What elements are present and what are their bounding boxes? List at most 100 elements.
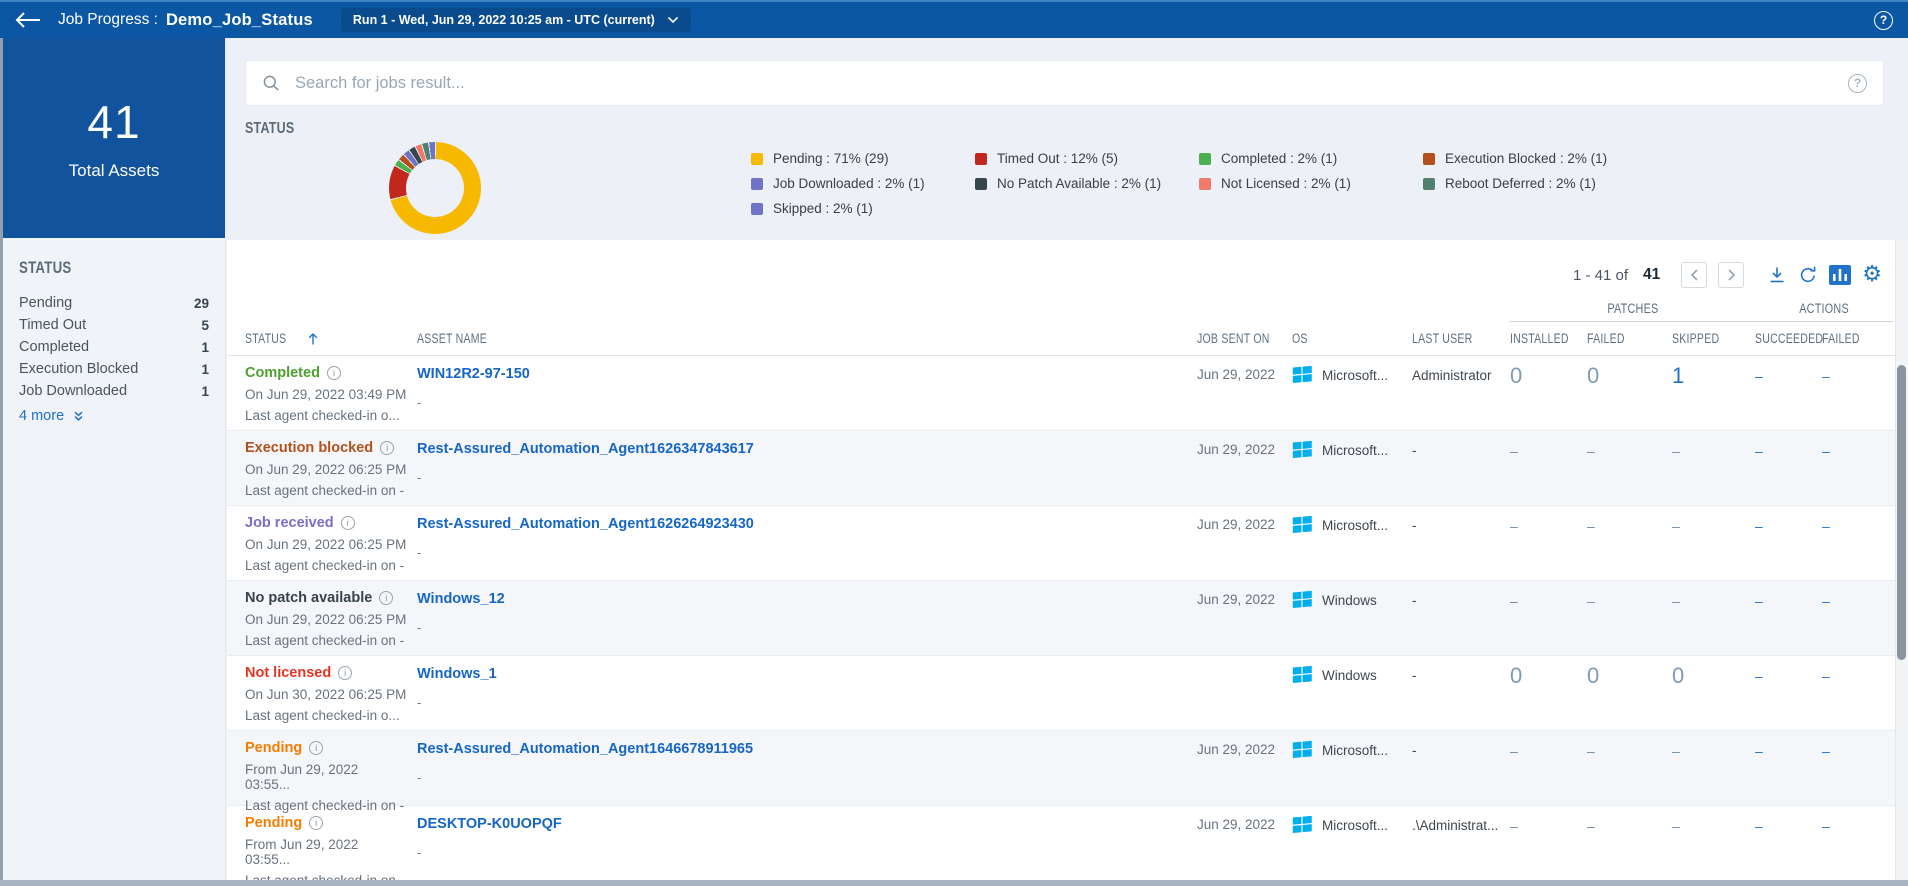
os-icon-wrap	[1292, 440, 1312, 505]
actions-failed-cell: –	[1822, 356, 1894, 430]
actions-succeeded-cell: –	[1755, 431, 1822, 505]
info-icon[interactable]: i	[380, 441, 395, 455]
legend-label: Execution Blocked : 2% (1)	[1445, 151, 1608, 166]
patches-skipped[interactable]: 1	[1672, 356, 1684, 388]
actions-failed-cell: –	[1822, 731, 1894, 813]
sidebar-item-pending[interactable]: Pending 29	[19, 292, 209, 314]
patches-installed-cell: 0	[1510, 356, 1587, 430]
status-facet: STATUS Pending 29 Timed Out 5 Completed 1 Exec…	[3, 238, 225, 424]
next-page-button[interactable]	[1718, 262, 1745, 288]
job-sent-on: Jun 29, 2022	[1197, 442, 1276, 457]
search-help-icon[interactable]: ?	[1848, 73, 1867, 93]
actions-failed: –	[1822, 668, 1830, 684]
windows-logo-icon	[1292, 665, 1312, 684]
status-checkin: Last agent checked-in o...	[245, 708, 400, 723]
column-header-status[interactable]: STATUS	[227, 331, 417, 346]
status-cell: Not licensed i On Jun 30, 2022 06:25 PM Las…	[227, 656, 417, 730]
refresh-button[interactable]	[1798, 265, 1818, 285]
legend-label: Timed Out : 12% (5)	[997, 151, 1119, 166]
facet-title: STATUS	[19, 258, 72, 277]
run-selector[interactable]: Run 1 - Wed, Jun 29, 2022 10:25 am - UTC…	[340, 8, 691, 32]
sidebar-item-timed-out[interactable]: Timed Out 5	[19, 314, 209, 336]
sort-up-arrow-icon	[308, 332, 318, 344]
column-header-last-user: LAST USER	[1412, 331, 1473, 346]
patches-installed-cell: –	[1510, 581, 1587, 655]
status-checkin: Last agent checked-in on -	[245, 483, 405, 498]
asset-link[interactable]: Rest-Assured_Automation_Agent16263478436…	[417, 441, 754, 457]
asset-sub: -	[417, 620, 422, 635]
column-header-succeeded: SUCCEEDED	[1755, 331, 1824, 346]
patches-skipped-cell: –	[1672, 806, 1755, 886]
prev-page-button[interactable]	[1681, 262, 1708, 288]
actions-succeeded: –	[1755, 443, 1763, 459]
asset-link[interactable]: DESKTOP-K0UOPQF	[417, 816, 562, 832]
facet-item-count: 5	[201, 317, 209, 333]
page-title: Demo_Job_Status	[165, 10, 313, 29]
asset-link[interactable]: Rest-Assured_Automation_Agent16262649234…	[417, 516, 754, 532]
patches-failed: 0	[1587, 363, 1600, 388]
status-date: On Jun 29, 2022 06:25 PM	[245, 612, 407, 627]
vertical-scrollbar[interactable]	[1895, 240, 1908, 886]
patches-skipped-cell: –	[1672, 581, 1755, 655]
status-cell: PendingiFrom Jun 29, 2022 03:55...Last a…	[227, 806, 417, 886]
patches-installed: –	[1510, 818, 1518, 834]
search-input[interactable]	[295, 73, 1834, 93]
last-user: -	[1412, 668, 1417, 683]
windows-logo-icon	[1292, 590, 1312, 609]
patches-skipped-cell: –	[1672, 731, 1755, 813]
status-cell: Job received i On Jun 29, 2022 06:25 PM Las…	[227, 506, 417, 580]
status-date: On Jun 30, 2022 06:25 PM	[245, 687, 407, 702]
legend-swatch	[1423, 152, 1435, 165]
actions-succeeded-cell: –	[1755, 356, 1822, 430]
settings-button[interactable]: ⚙	[1862, 264, 1882, 286]
asset-link[interactable]: WIN12R2-97-150	[417, 366, 530, 382]
patches-installed-cell: –	[1510, 806, 1587, 886]
download-button[interactable]	[1767, 265, 1787, 285]
job-sent-on: Jun 29, 2022	[1197, 742, 1276, 757]
back-button[interactable]	[14, 11, 42, 29]
sidebar-item-completed[interactable]: Completed 1	[19, 336, 209, 358]
patches-skipped-cell: 1	[1672, 356, 1755, 430]
asset-link[interactable]: Windows_1	[417, 666, 497, 682]
legend-label: Not Licensed : 2% (1)	[1221, 176, 1351, 191]
column-header-os: OS	[1292, 331, 1308, 346]
legend-item: Job Downloaded : 2% (1)	[751, 173, 975, 194]
horizontal-scrollbar[interactable]	[0, 880, 1908, 886]
os-name: Microsoft...	[1322, 818, 1389, 833]
chevron-left-icon	[1690, 269, 1698, 281]
os-icon-wrap	[1292, 665, 1312, 730]
os-name: Microsoft...	[1322, 443, 1389, 458]
patches-failed: –	[1587, 593, 1595, 609]
legend-label: Pending : 71% (29)	[773, 151, 889, 166]
job-sent-on: Jun 29, 2022	[1197, 592, 1276, 607]
help-icon[interactable]: ?	[1874, 10, 1893, 30]
info-icon[interactable]: i	[326, 366, 341, 380]
legend-swatch	[751, 152, 763, 165]
status-checkin: Last agent checked-in on -	[245, 633, 405, 648]
sidebar-item-job-downloaded[interactable]: Job Downloaded 1	[19, 380, 209, 402]
info-icon[interactable]: i	[309, 741, 324, 755]
sidebar-item-execution-blocked[interactable]: Execution Blocked 1	[19, 358, 209, 380]
app-window: Job Progress : Demo_Job_Status Run 1 - W…	[0, 0, 1908, 886]
facet-item-count: 1	[201, 361, 209, 377]
os-cell: Windows	[1292, 581, 1412, 655]
facet-more-link[interactable]: 4 more	[19, 408, 209, 424]
table-row: Completed i On Jun 29, 2022 03:49 PM Last a…	[227, 356, 1908, 431]
chart-view-button[interactable]	[1829, 265, 1852, 285]
info-icon[interactable]: i	[338, 666, 353, 680]
windows-logo-icon	[1292, 740, 1312, 759]
patches-skipped: –	[1672, 743, 1680, 759]
scrollbar-thumb[interactable]	[1897, 365, 1906, 660]
asset-link[interactable]: Rest-Assured_Automation_Agent16466789119…	[417, 741, 753, 757]
column-header-job-sent-on: JOB SENT ON	[1197, 331, 1270, 346]
asset-link[interactable]: Windows_12	[417, 591, 505, 607]
info-icon[interactable]: i	[340, 516, 355, 530]
status-text: Pending	[245, 815, 303, 831]
group-header-underline	[1510, 321, 1894, 322]
os-name: Windows	[1322, 668, 1377, 683]
results-table-area: 1 - 41 of 41 ⚙ PATCHES ACTIONS STATUS AS…	[227, 240, 1908, 886]
actions-failed: –	[1822, 593, 1830, 609]
info-icon[interactable]: i	[379, 591, 394, 605]
info-icon[interactable]: i	[309, 816, 324, 830]
legend-item: Not Licensed : 2% (1)	[1199, 173, 1423, 194]
